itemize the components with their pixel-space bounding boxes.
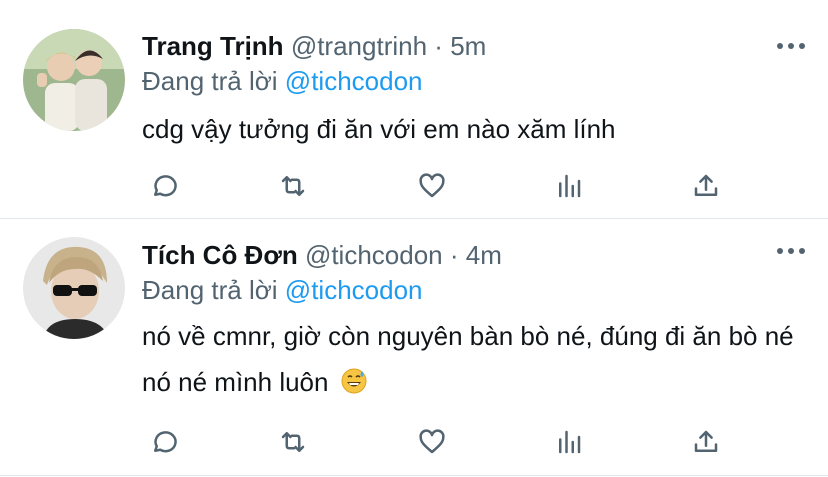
timestamp[interactable]: 5m	[450, 31, 486, 61]
user-handle[interactable]: @tichcodon	[305, 240, 443, 270]
retweet-button[interactable]	[273, 422, 313, 462]
more-options-icon[interactable]	[776, 41, 806, 51]
retweet-icon	[281, 176, 305, 196]
replying-to: Đang trả lời @tichcodon	[142, 275, 423, 305]
share-icon	[694, 174, 718, 196]
like-button[interactable]	[412, 166, 452, 206]
replying-to: Đang trả lời @tichcodon	[142, 66, 423, 96]
more-options-icon[interactable]	[776, 246, 806, 256]
stats-button[interactable]	[549, 166, 589, 206]
action-bar	[142, 422, 742, 462]
tweet-text-content: nó về cmnr, giờ còn nguyên bàn bò né, đú…	[142, 321, 794, 397]
like-icon	[419, 173, 445, 198]
tweet-text-content: cdg vậy tưởng đi ăn với em nào xăm lính	[142, 114, 616, 144]
stats-button[interactable]	[549, 422, 589, 462]
tweet-text: cdg vậy tưởng đi ăn với em nào xăm lính	[142, 106, 812, 152]
stats-icon	[559, 174, 581, 198]
share-button[interactable]	[686, 422, 726, 462]
like-icon	[419, 429, 445, 454]
reply-button[interactable]	[144, 166, 184, 206]
reply-button[interactable]	[144, 422, 184, 462]
share-icon	[694, 430, 718, 452]
replying-prefix: Đang trả lời	[142, 275, 278, 305]
action-bar	[142, 166, 742, 206]
retweet-icon	[281, 432, 305, 452]
display-name[interactable]: Tích Cô Đơn	[142, 240, 298, 270]
retweet-button[interactable]	[273, 166, 313, 206]
separator: ·	[434, 31, 443, 61]
mention-link[interactable]: @tichcodon	[285, 66, 423, 96]
tweet-text: nó về cmnr, giờ còn nguyên bàn bò né, đú…	[142, 313, 812, 409]
user-handle[interactable]: @trangtrinh	[291, 31, 427, 61]
avatar[interactable]	[23, 29, 125, 131]
separator: ·	[449, 240, 459, 270]
share-button[interactable]	[686, 166, 726, 206]
tweet[interactable]: Tích Cô Đơn @tichcodon · 4m Đang trả lời…	[0, 219, 828, 476]
reply-icon	[154, 431, 177, 453]
mention-link[interactable]: @tichcodon	[285, 275, 423, 305]
reply-icon	[154, 175, 177, 197]
avatar[interactable]	[23, 237, 125, 339]
replying-prefix: Đang trả lời	[142, 66, 278, 96]
stats-icon	[559, 430, 581, 454]
display-name[interactable]: Trang Trịnh	[142, 31, 284, 61]
like-button[interactable]	[412, 422, 452, 462]
tweet-header: Trang Trịnh @trangtrinh · 5m	[142, 31, 486, 61]
tweet-header: Tích Cô Đơn @tichcodon · 4m	[142, 240, 502, 270]
tweet[interactable]: Trang Trịnh @trangtrinh · 5m Đang trả lờ…	[0, 0, 828, 219]
grinning-sweat-emoji	[340, 363, 368, 409]
timestamp[interactable]: 4m	[466, 240, 502, 270]
